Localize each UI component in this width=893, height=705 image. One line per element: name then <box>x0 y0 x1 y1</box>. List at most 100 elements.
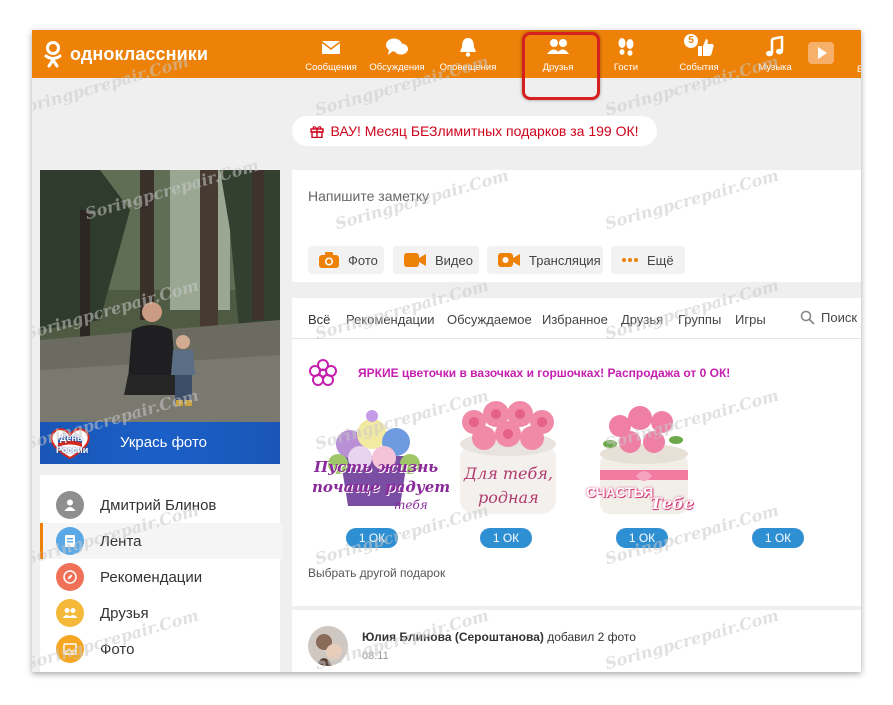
profile-photo[interactable] <box>40 170 280 422</box>
note-input[interactable]: Напишите заметку <box>308 188 429 204</box>
tab-groups[interactable]: Группы <box>678 312 721 327</box>
tab-games[interactable]: Игры <box>735 312 766 327</box>
menu-item-feed[interactable]: Лента <box>40 523 283 559</box>
gift-1-caption-line3: тебя <box>394 498 428 512</box>
music-note-icon <box>766 36 784 57</box>
tab-favorites[interactable]: Избранное <box>542 312 608 327</box>
search-label: Поиск <box>821 310 858 325</box>
avatar[interactable] <box>308 626 348 666</box>
promo-text: ВАУ! Месяц БЕЗлимитных подарков за 199 О… <box>330 123 639 139</box>
gift-1-caption-line1: Пусть жизнь <box>314 458 439 476</box>
gift-2-caption-line1: Для тебя, <box>464 464 553 483</box>
logo-text: одноклассники <box>70 43 209 64</box>
gift-promo-header[interactable]: ЯРКИЕ цветочки в вазочках и горшочках! Р… <box>308 356 730 390</box>
nav-label: События <box>679 62 719 73</box>
user-icon <box>56 491 84 519</box>
nav-notifications[interactable]: Оповещения <box>433 36 503 73</box>
note-broadcast-button[interactable]: Трансляция <box>487 246 603 274</box>
feed-post: Юлия Блинова (Сероштанова) добавил 2 фот… <box>292 610 861 672</box>
feed-panel: Всё Рекомендации Обсуждаемое Избранное Д… <box>292 298 861 606</box>
flower-icon <box>309 359 337 386</box>
friends-icon <box>56 599 84 627</box>
gift-2-caption-line2: родная <box>478 488 539 507</box>
site-logo[interactable]: одноклассники <box>42 40 208 68</box>
chat-bubbles-icon <box>386 38 408 55</box>
left-menu: Дмитрий Блинов Лента Рекомендации Друзья… <box>40 475 283 672</box>
more-dots-icon <box>621 257 639 263</box>
note-composer: Напишите заметку Фото Видео Трансляция Е… <box>292 170 861 282</box>
note-video-button[interactable]: Видео <box>393 246 479 274</box>
gift-item-3[interactable]: СЧАСТЬЯ Тебе <box>580 396 708 526</box>
menu-item-label: Фото <box>100 640 135 658</box>
nav-label: Оповещения <box>439 62 497 73</box>
gift-4-price-button[interactable]: 1 ОК <box>752 528 804 548</box>
nav-more-label: В <box>857 64 861 74</box>
gift-item-1[interactable]: Пусть жизнь почаще радует тебя <box>310 396 450 526</box>
feed-icon <box>56 527 84 555</box>
footprints-icon <box>618 38 634 56</box>
tab-friends[interactable]: Друзья <box>621 312 663 327</box>
gift-3-price-button[interactable]: 1 ОК <box>616 528 668 548</box>
menu-item-label: Лента <box>100 532 142 550</box>
nav-guests[interactable]: Гости <box>591 36 661 73</box>
nav-label: Гости <box>613 62 639 73</box>
note-action-label: Фото <box>348 252 378 268</box>
profile-photo-image <box>40 170 280 422</box>
choose-other-gift-link[interactable]: Выбрать другой подарок <box>308 566 445 580</box>
broadcast-icon <box>497 252 521 268</box>
nav-label: Сообщения <box>305 62 357 73</box>
gift-item-2[interactable]: Для тебя, родная <box>444 396 572 526</box>
menu-item-profile[interactable]: Дмитрий Блинов <box>40 487 280 523</box>
tab-recommendations[interactable]: Рекомендации <box>346 312 435 327</box>
gift-1-price-button[interactable]: 1 ОК <box>346 528 398 548</box>
feed-search[interactable]: Поиск <box>800 310 857 325</box>
nav-messages[interactable]: Сообщения <box>296 36 366 73</box>
nav-label: Музыка <box>758 62 792 73</box>
nav-label: Обсуждения <box>369 62 425 73</box>
friends-highlight-box <box>522 32 600 100</box>
video-camera-icon <box>403 252 427 268</box>
nav-events[interactable]: 5 События <box>664 34 734 73</box>
menu-item-label: Дмитрий Блинов <box>100 496 217 514</box>
tab-discussed[interactable]: Обсуждаемое <box>447 312 532 327</box>
menu-item-photo[interactable]: Фото <box>40 631 280 667</box>
post-author-link[interactable]: Юлия Блинова (Сероштанова) <box>362 630 544 644</box>
gift-2-price-button[interactable]: 1 ОК <box>480 528 532 548</box>
video-nav-button[interactable] <box>808 42 834 64</box>
gift-icon <box>310 126 325 138</box>
feed-tabs: Всё Рекомендации Обсуждаемое Избранное Д… <box>292 298 861 339</box>
note-action-label: Трансляция <box>529 252 601 268</box>
note-action-label: Видео <box>435 252 473 268</box>
top-navigation-bar: одноклассники Сообщения Обсуждения Опове… <box>32 30 861 78</box>
camera-icon <box>318 251 340 269</box>
decorate-photo-button[interactable]: День России Укрась фото <box>40 422 280 464</box>
envelope-icon <box>321 41 341 54</box>
compass-icon <box>56 563 84 591</box>
note-photo-button[interactable]: Фото <box>308 246 384 274</box>
tab-all[interactable]: Всё <box>308 312 330 327</box>
ok-logo-icon <box>44 41 62 68</box>
menu-item-label: Рекомендации <box>100 568 203 586</box>
nav-discussions[interactable]: Обсуждения <box>362 36 432 73</box>
decorate-photo-label: Укрась фото <box>120 434 207 451</box>
bell-icon <box>460 38 476 57</box>
badge-line2: России <box>56 445 89 455</box>
gift-header-text: ЯРКИЕ цветочки в вазочках и горшочках! Р… <box>358 366 731 380</box>
promo-banner[interactable]: ВАУ! Месяц БЕЗлимитных подарков за 199 О… <box>292 116 657 146</box>
menu-item-label: Друзья <box>100 604 149 622</box>
events-count-badge: 5 <box>684 34 698 48</box>
gift-3-caption-line2: Тебе <box>650 494 694 513</box>
badge-line1: День <box>60 433 83 443</box>
post-time: 08:11 <box>362 650 389 662</box>
menu-item-recommendations[interactable]: Рекомендации <box>40 559 280 595</box>
post-header: Юлия Блинова (Сероштанова) добавил 2 фот… <box>362 630 636 644</box>
nav-music[interactable]: Музыка <box>740 36 810 73</box>
menu-item-friends[interactable]: Друзья <box>40 595 280 631</box>
gift-3-caption-line1: СЧАСТЬЯ <box>586 484 654 500</box>
post-action-text: добавил 2 фото <box>547 630 636 644</box>
note-more-button[interactable]: Ещё <box>611 246 685 274</box>
photo-icon <box>56 635 84 663</box>
search-icon <box>800 310 815 325</box>
note-action-label: Ещё <box>647 252 674 268</box>
gift-1-caption-line2: почаще радует <box>312 478 451 496</box>
